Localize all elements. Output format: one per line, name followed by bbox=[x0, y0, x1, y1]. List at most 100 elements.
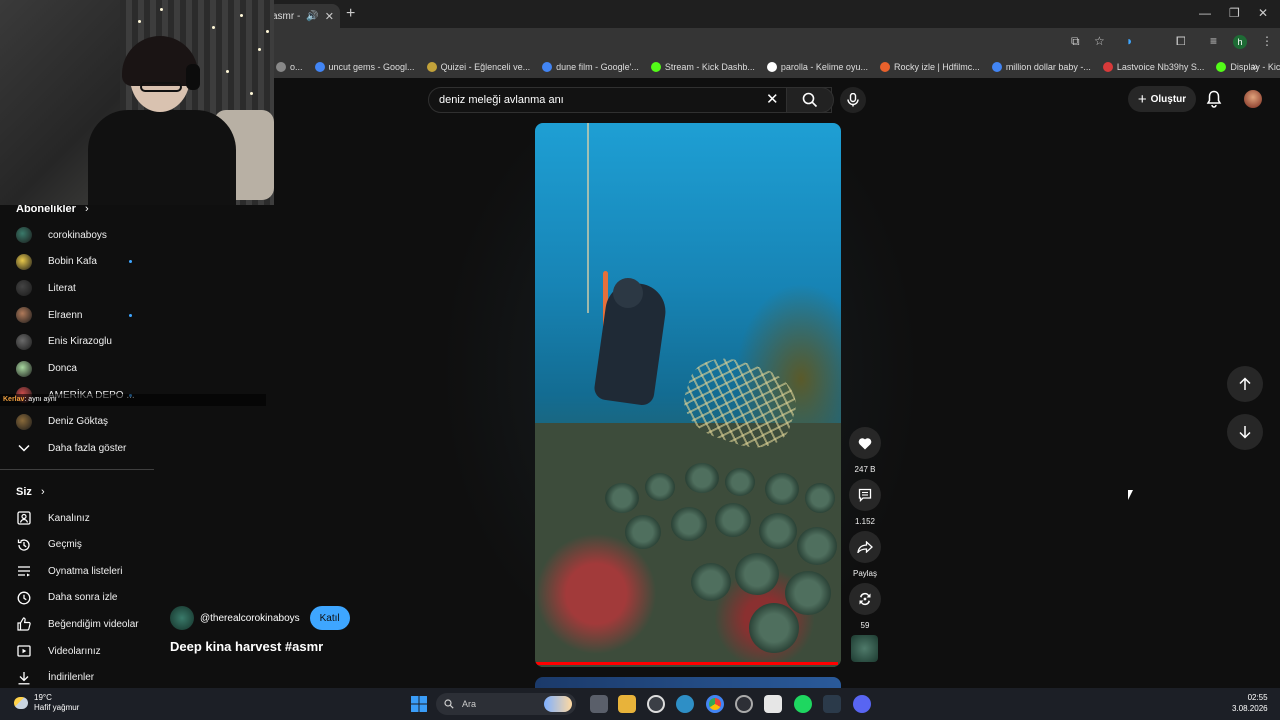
notifications-bell-icon[interactable] bbox=[1206, 90, 1222, 108]
chrome-icon[interactable] bbox=[706, 695, 724, 713]
bookmark-star-icon[interactable]: ☆ bbox=[1094, 34, 1105, 48]
create-button[interactable]: + Oluştur bbox=[1128, 86, 1196, 112]
file-explorer-icon[interactable] bbox=[618, 695, 636, 713]
bookmark-item[interactable]: Rocky izle | Hdfilmc... bbox=[879, 62, 980, 72]
maximize-button[interactable]: ❐ bbox=[1229, 6, 1240, 20]
taskbar-search[interactable]: Ara bbox=[436, 693, 576, 715]
you-item-downloads[interactable]: İndirilenler bbox=[16, 665, 146, 691]
comments-button[interactable] bbox=[849, 479, 881, 511]
remix-icon bbox=[859, 592, 871, 606]
comments-action[interactable]: 1.152 bbox=[849, 479, 881, 526]
bookmark-favicon-icon bbox=[542, 62, 553, 72]
search-icon bbox=[802, 92, 818, 108]
chevron-down-icon bbox=[16, 440, 32, 456]
channel-handle[interactable]: @therealcorokinaboys bbox=[200, 613, 300, 624]
close-window-button[interactable]: ✕ bbox=[1258, 6, 1268, 20]
windows-start-icon[interactable] bbox=[410, 695, 428, 713]
share-button[interactable] bbox=[849, 531, 881, 563]
you-item-liked[interactable]: Beğendiğim videolar bbox=[16, 611, 146, 637]
obs-icon[interactable] bbox=[735, 695, 753, 713]
taskbar-search-placeholder: Ara bbox=[462, 699, 477, 709]
bookmark-favicon-icon bbox=[991, 62, 1002, 72]
short-video-player[interactable] bbox=[535, 123, 841, 667]
subscription-item[interactable]: Elraenn bbox=[16, 302, 146, 328]
show-more-button[interactable]: Daha fazla göster bbox=[16, 435, 146, 461]
previous-short-button[interactable] bbox=[1227, 366, 1263, 402]
weather-desc: Hafif yağmur bbox=[34, 703, 80, 712]
task-view-icon[interactable] bbox=[590, 695, 608, 713]
minimize-button[interactable]: — bbox=[1199, 6, 1211, 20]
sidebar: Abonelikler › corokinaboys Bobin Kafa Lite… bbox=[0, 200, 158, 688]
spotify-icon[interactable] bbox=[794, 695, 812, 713]
bookmark-favicon-icon bbox=[766, 62, 777, 72]
remix-action[interactable]: 59 bbox=[849, 583, 881, 630]
bookmark-item[interactable]: Quizei - Eğlenceli ve... bbox=[426, 62, 530, 72]
extension-audio-icon[interactable]: ◗ bbox=[1126, 34, 1133, 48]
speaker-icon[interactable]: 🔊 bbox=[306, 11, 318, 22]
search-icon bbox=[444, 699, 454, 709]
arrow-up-icon bbox=[1239, 377, 1251, 390]
channel-avatar bbox=[16, 253, 32, 270]
short-progress-bar[interactable] bbox=[535, 662, 838, 665]
search-button[interactable] bbox=[786, 87, 834, 113]
channel-avatar[interactable] bbox=[170, 606, 194, 630]
downloads-icon bbox=[16, 670, 32, 686]
windows-taskbar bbox=[0, 688, 1280, 720]
bookmark-item[interactable]: million dollar baby -... bbox=[991, 62, 1091, 72]
account-avatar[interactable] bbox=[1244, 90, 1262, 108]
close-tab-icon[interactable]: ✕ bbox=[325, 10, 334, 23]
new-tab-button[interactable]: + bbox=[346, 5, 355, 23]
bookmark-label: o... bbox=[290, 62, 303, 72]
remix-button[interactable] bbox=[849, 583, 881, 615]
more-bookmarks-icon[interactable]: » bbox=[1252, 61, 1258, 73]
bookmark-item[interactable]: parolla - Kelime oyu... bbox=[766, 62, 868, 72]
subscription-item[interactable]: Deniz Göktaş bbox=[16, 409, 146, 435]
media-control-icon[interactable]: ≡ bbox=[1210, 34, 1217, 48]
voice-search-button[interactable] bbox=[840, 87, 866, 113]
subscription-item[interactable]: Donca bbox=[16, 356, 146, 382]
chevron-right-icon: › bbox=[40, 486, 45, 498]
notepad-icon[interactable] bbox=[764, 695, 782, 713]
search-highlight-image bbox=[544, 696, 572, 712]
steam-icon[interactable] bbox=[823, 695, 841, 713]
you-item-your-videos[interactable]: Videolarınız bbox=[16, 638, 146, 664]
chatgpt-icon[interactable] bbox=[647, 695, 665, 713]
system-clock[interactable]: 02:55 3.08.2026 bbox=[1232, 692, 1268, 714]
short-title[interactable]: Deep kina harvest #asmr bbox=[170, 639, 323, 654]
clear-search-icon[interactable]: ✕ bbox=[766, 90, 779, 108]
weather-widget[interactable]: 19°C Hafif yağmur bbox=[14, 693, 79, 713]
like-button[interactable] bbox=[849, 427, 881, 459]
you-item-watch-later[interactable]: Daha sonra izle bbox=[16, 585, 146, 611]
sound-thumbnail[interactable] bbox=[851, 635, 878, 662]
join-button[interactable]: Katıl bbox=[309, 606, 350, 630]
browser-app-icon[interactable] bbox=[676, 695, 694, 713]
share-label: Paylaş bbox=[852, 569, 877, 578]
like-action[interactable]: 247 B bbox=[849, 427, 881, 474]
discord-icon[interactable] bbox=[853, 695, 871, 713]
subscription-item[interactable]: Bobin Kafa bbox=[16, 249, 146, 275]
watch-later-icon bbox=[16, 590, 32, 606]
bookmark-item[interactable]: Stream - Kick Dashb... bbox=[650, 62, 755, 72]
subscription-item[interactable]: Enis Kirazoglu bbox=[16, 329, 146, 355]
bookmark-item[interactable]: uncut gems - Googl... bbox=[314, 62, 415, 72]
bookmark-item[interactable]: Display - Kick Dash... bbox=[1216, 62, 1280, 72]
subscription-item[interactable]: corokinaboys bbox=[16, 222, 146, 248]
profile-avatar[interactable]: h bbox=[1233, 35, 1247, 49]
browser-tab[interactable]: asmr - 🔊 ✕ bbox=[268, 4, 340, 28]
bookmark-item[interactable]: o... bbox=[276, 62, 303, 72]
subscription-item[interactable]: Literat bbox=[16, 275, 146, 301]
extensions-icon[interactable]: ⧠ bbox=[1176, 34, 1186, 49]
bookmark-favicon-icon bbox=[276, 62, 286, 72]
menu-icon[interactable]: ⋮ bbox=[1261, 34, 1273, 48]
bookmark-item[interactable]: Lastvoice Nb39hy S... bbox=[1102, 62, 1204, 72]
install-icon[interactable]: ⧉ bbox=[1071, 34, 1080, 49]
you-header[interactable]: Siz › bbox=[16, 486, 45, 498]
channel-avatar bbox=[16, 413, 32, 430]
share-action[interactable]: Paylaş bbox=[849, 531, 881, 578]
you-item-history[interactable]: Geçmiş bbox=[16, 532, 146, 558]
you-item-playlists[interactable]: Oynatma listeleri bbox=[16, 558, 146, 584]
next-short-button[interactable] bbox=[1227, 414, 1263, 450]
webcam-overlay bbox=[0, 0, 274, 205]
bookmark-item[interactable]: dune film - Google'... bbox=[542, 62, 639, 72]
you-item-channel[interactable]: Kanalınız bbox=[16, 505, 146, 531]
